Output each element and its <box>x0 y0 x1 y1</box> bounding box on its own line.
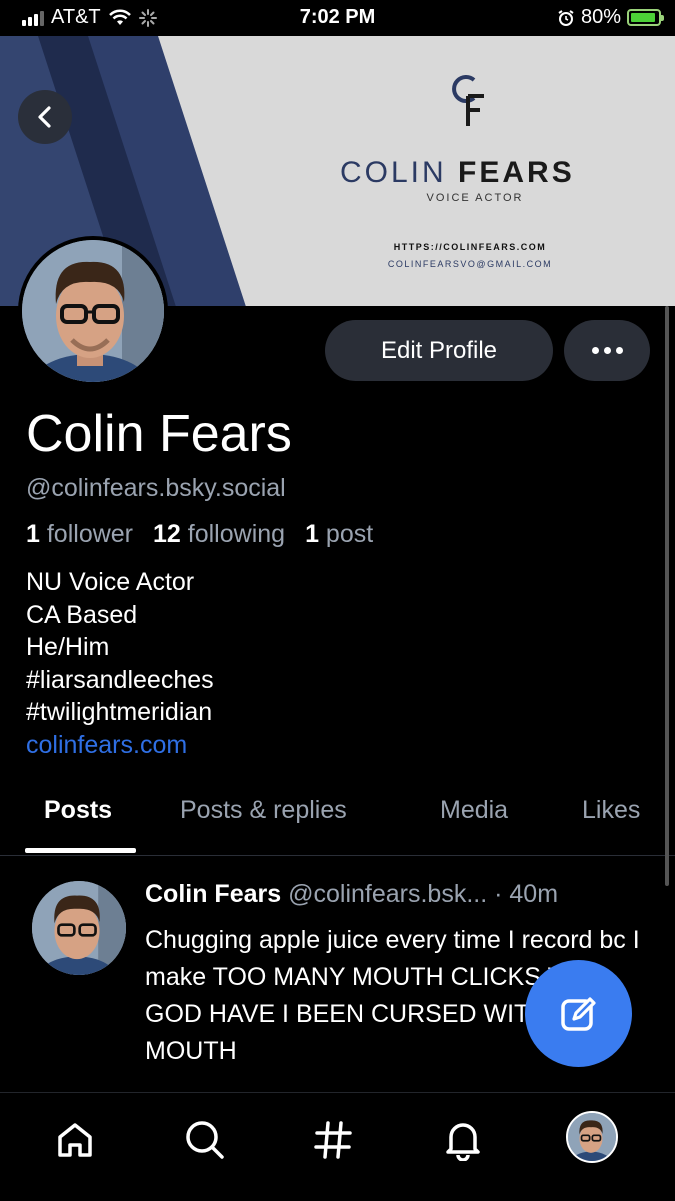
nav-search[interactable] <box>180 1115 230 1165</box>
profile-display-name: Colin Fears <box>26 405 292 463</box>
following-link[interactable]: 12 following <box>153 520 285 549</box>
bio-hashtag[interactable]: #liarsandleeches <box>26 664 214 697</box>
post-author-handle[interactable]: @colinfears.bsk... <box>288 880 487 908</box>
alarm-icon <box>558 9 574 26</box>
post-author-avatar[interactable] <box>32 881 126 975</box>
website-link[interactable]: colinfears.com <box>26 729 214 762</box>
tab-likes[interactable]: Likes <box>582 796 640 825</box>
notifications-bell-icon <box>446 1123 480 1161</box>
feeds-hash-icon <box>314 1121 352 1159</box>
nav-profile-avatar[interactable] <box>566 1111 618 1163</box>
profile-stats: 1 follower 12 following 1 post <box>26 520 373 549</box>
banner-email: COLINFEARSVO@GMAIL.COM <box>387 259 553 269</box>
nav-home[interactable] <box>50 1115 100 1165</box>
post-timestamp: · 40m <box>494 880 559 908</box>
banner-subtitle: VOICE ACTOR <box>426 192 524 204</box>
bio-line: CA Based <box>26 600 138 629</box>
status-bar: AT&T 7:02 PM 80% <box>0 0 675 36</box>
battery-percent: 80% <box>580 6 621 28</box>
posts-count: 1 post <box>305 520 374 548</box>
banner-brand-name: COLIN FEARS <box>340 156 575 189</box>
tab-posts-replies[interactable]: Posts & replies <box>180 796 347 825</box>
compose-button[interactable] <box>525 960 632 1067</box>
cf-logo-icon <box>452 75 484 126</box>
more-options-button[interactable] <box>564 320 650 381</box>
active-tab-indicator <box>25 848 136 853</box>
home-icon <box>58 1123 92 1157</box>
followers-link[interactable]: 1 follower <box>26 520 133 549</box>
bio-hashtag[interactable]: #twilightmeridian <box>26 696 214 729</box>
back-chevron-icon <box>38 106 51 128</box>
profile-bio: NU Voice Actor CA Based He/Him #liarsand… <box>26 566 214 761</box>
tab-posts[interactable]: Posts <box>44 796 112 825</box>
avatar-photo <box>568 1113 616 1161</box>
nav-notifications[interactable] <box>438 1115 488 1165</box>
post-header: Colin Fears @colinfears.bsk... · 40m <box>145 880 558 909</box>
edit-profile-button[interactable]: Edit Profile <box>325 320 553 381</box>
post-author-name[interactable]: Colin Fears <box>145 880 281 908</box>
compose-icon <box>560 996 596 1031</box>
nav-feeds[interactable] <box>308 1115 358 1165</box>
scrollbar[interactable] <box>665 306 669 886</box>
status-right: 80% <box>557 6 664 29</box>
bio-line: NU Voice Actor <box>26 568 195 596</box>
avatar-photo <box>22 240 164 382</box>
profile-avatar[interactable] <box>18 236 168 386</box>
bio-line: He/Him <box>26 633 110 661</box>
profile-handle: @colinfears.bsky.social <box>26 474 286 502</box>
banner-url: HTTPS://COLINFEARS.COM <box>393 242 547 252</box>
more-dots-icon <box>591 347 599 354</box>
profile-tabs: Posts Posts & replies Media Likes <box>0 784 675 854</box>
search-icon <box>186 1121 224 1159</box>
tabs-divider <box>0 855 675 856</box>
avatar-photo <box>32 881 126 975</box>
back-button[interactable] <box>18 90 72 144</box>
battery-icon <box>627 9 664 26</box>
bottom-nav <box>0 1092 675 1201</box>
tab-media[interactable]: Media <box>440 796 508 825</box>
